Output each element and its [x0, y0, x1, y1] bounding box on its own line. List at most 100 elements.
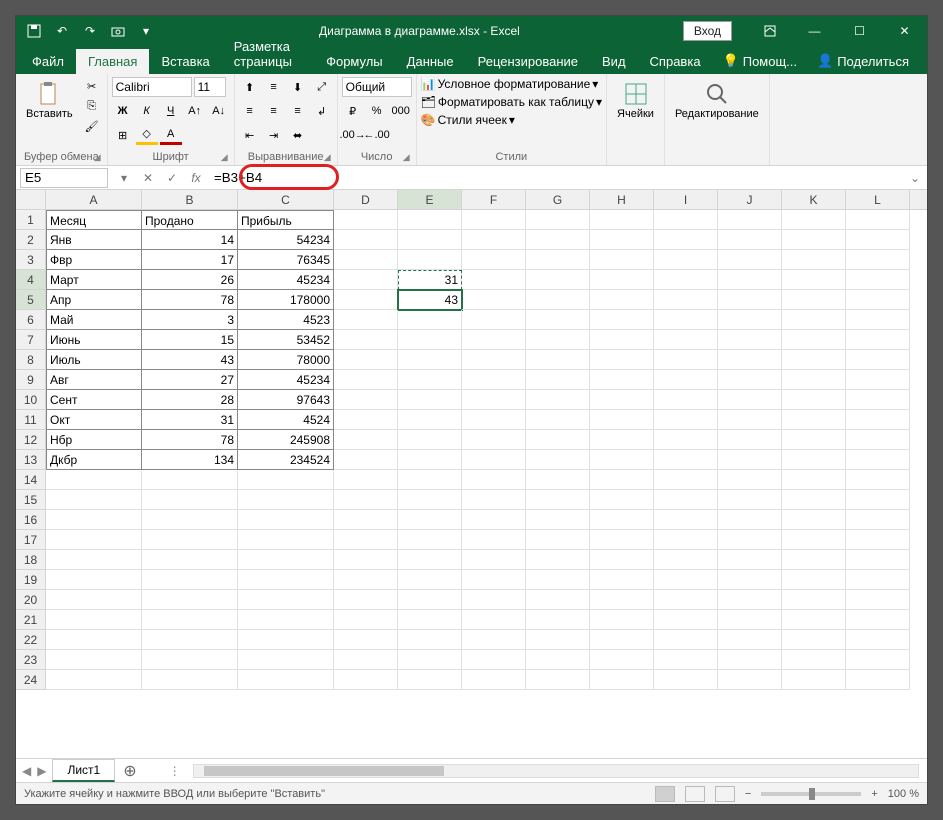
row-header[interactable]: 21	[16, 610, 46, 630]
cell[interactable]: 4523	[238, 310, 334, 330]
column-header[interactable]: K	[782, 190, 846, 209]
cell[interactable]	[846, 570, 910, 590]
cell[interactable]	[46, 510, 142, 530]
underline-button[interactable]: Ч	[160, 101, 182, 121]
cell[interactable]	[398, 390, 462, 410]
column-header[interactable]: F	[462, 190, 526, 209]
cell-styles-button[interactable]: 🎨 Стили ячеек ▾	[421, 113, 515, 127]
cell[interactable]	[238, 530, 334, 550]
font-color-icon[interactable]: A	[160, 125, 182, 145]
cell[interactable]	[334, 490, 398, 510]
cell[interactable]	[46, 470, 142, 490]
cell[interactable]	[846, 650, 910, 670]
cell[interactable]	[334, 670, 398, 690]
row-header[interactable]: 2	[16, 230, 46, 250]
cell[interactable]	[46, 570, 142, 590]
dec-decimal-icon[interactable]: ←.00	[366, 125, 388, 145]
cell[interactable]	[782, 430, 846, 450]
cell[interactable]	[846, 490, 910, 510]
conditional-formatting-button[interactable]: 📊 Условное форматирование ▾	[421, 77, 599, 91]
cell[interactable]: Июль	[46, 350, 142, 370]
column-header[interactable]: E	[398, 190, 462, 209]
cell[interactable]	[462, 430, 526, 450]
cell[interactable]: 134	[142, 450, 238, 470]
editing-button[interactable]: Редактирование	[669, 76, 765, 124]
row-header[interactable]: 23	[16, 650, 46, 670]
number-format-combo[interactable]	[342, 77, 412, 97]
cell[interactable]	[654, 650, 718, 670]
cell[interactable]: 78	[142, 430, 238, 450]
cell[interactable]	[238, 490, 334, 510]
cell[interactable]	[782, 210, 846, 230]
cell[interactable]	[462, 350, 526, 370]
cell[interactable]	[846, 530, 910, 550]
cell[interactable]	[398, 230, 462, 250]
select-all-corner[interactable]	[16, 190, 46, 209]
cell[interactable]	[654, 450, 718, 470]
cell[interactable]	[142, 490, 238, 510]
cell[interactable]: 245908	[238, 430, 334, 450]
cell[interactable]	[526, 670, 590, 690]
row-header[interactable]: 13	[16, 450, 46, 470]
cell[interactable]	[462, 630, 526, 650]
cell[interactable]	[846, 210, 910, 230]
cell[interactable]	[718, 390, 782, 410]
cell[interactable]	[334, 370, 398, 390]
row-header[interactable]: 17	[16, 530, 46, 550]
column-header[interactable]: H	[590, 190, 654, 209]
launcher-icon[interactable]: ◢	[94, 152, 101, 163]
cell[interactable]	[462, 330, 526, 350]
cell[interactable]: Фвр	[46, 250, 142, 270]
cell[interactable]	[846, 510, 910, 530]
cancel-icon[interactable]: ✕	[136, 168, 160, 188]
cell[interactable]	[398, 250, 462, 270]
borders-icon[interactable]: ⊞	[112, 125, 134, 145]
cell[interactable]	[590, 330, 654, 350]
cell[interactable]	[654, 210, 718, 230]
bold-button[interactable]: Ж	[112, 101, 134, 121]
page-break-view-icon[interactable]	[715, 786, 735, 802]
cell[interactable]	[462, 590, 526, 610]
cell[interactable]: 27	[142, 370, 238, 390]
copy-icon[interactable]: ⎘	[81, 96, 103, 116]
cell[interactable]	[334, 310, 398, 330]
cell[interactable]	[526, 270, 590, 290]
cell[interactable]	[846, 350, 910, 370]
cell[interactable]: 53452	[238, 330, 334, 350]
cell[interactable]	[654, 670, 718, 690]
cell[interactable]	[654, 330, 718, 350]
cell[interactable]	[782, 330, 846, 350]
cell[interactable]	[398, 410, 462, 430]
cell[interactable]	[782, 310, 846, 330]
cell[interactable]	[462, 370, 526, 390]
row-header[interactable]: 5	[16, 290, 46, 310]
tab-help[interactable]: Справка	[638, 49, 713, 74]
cell[interactable]	[334, 210, 398, 230]
cell[interactable]	[46, 630, 142, 650]
cell[interactable]	[142, 550, 238, 570]
cell[interactable]	[846, 310, 910, 330]
cell[interactable]	[718, 410, 782, 430]
cell[interactable]	[654, 230, 718, 250]
cell[interactable]	[334, 450, 398, 470]
cell[interactable]	[462, 490, 526, 510]
cell[interactable]	[526, 570, 590, 590]
column-header[interactable]: I	[654, 190, 718, 209]
cell[interactable]	[590, 210, 654, 230]
column-header[interactable]: G	[526, 190, 590, 209]
cell[interactable]	[462, 270, 526, 290]
row-header[interactable]: 11	[16, 410, 46, 430]
cell[interactable]	[334, 270, 398, 290]
normal-view-icon[interactable]	[655, 786, 675, 802]
shrink-font-icon[interactable]: A↓	[208, 101, 230, 121]
cell[interactable]	[238, 650, 334, 670]
column-header[interactable]: C	[238, 190, 334, 209]
cell[interactable]	[590, 570, 654, 590]
cell[interactable]	[526, 350, 590, 370]
cell[interactable]	[462, 210, 526, 230]
cell[interactable]	[46, 610, 142, 630]
cell[interactable]	[654, 550, 718, 570]
cut-icon[interactable]: ✂	[81, 76, 103, 96]
cell[interactable]	[334, 590, 398, 610]
cell[interactable]: 28	[142, 390, 238, 410]
